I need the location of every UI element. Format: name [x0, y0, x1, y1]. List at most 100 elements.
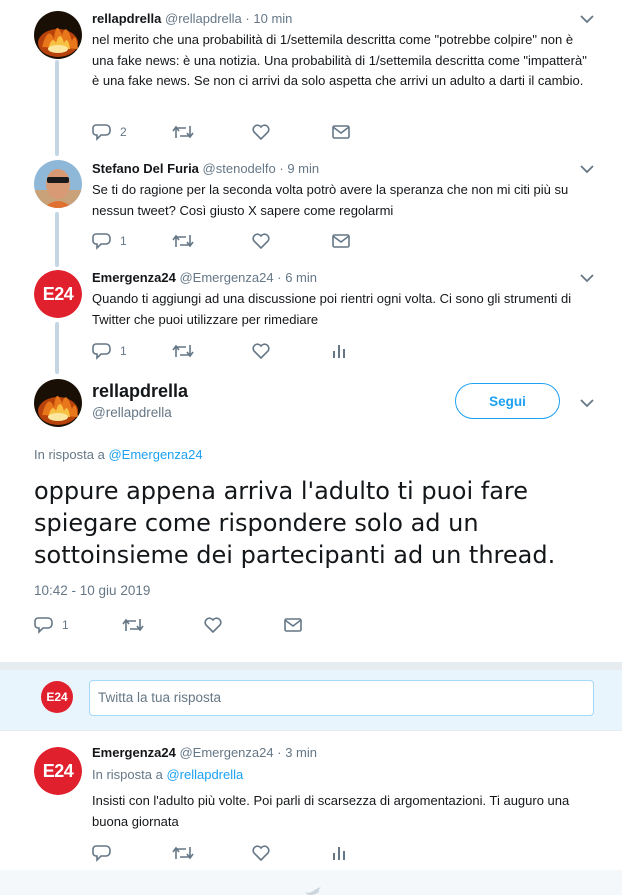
- retweet-button[interactable]: [172, 341, 252, 361]
- reply-icon: [92, 845, 111, 862]
- like-button[interactable]: [252, 122, 332, 142]
- tweet[interactable]: E24 Emergenza24 @Emergenza24 · 6 min Qua…: [0, 269, 622, 369]
- chevron-down-icon[interactable]: [580, 273, 594, 283]
- section-divider: [0, 730, 622, 731]
- separator-dot: ·: [277, 270, 282, 285]
- person-avatar-image: [34, 160, 82, 208]
- tweet-header: rellapdrella @rellapdrella · 10 min: [92, 10, 292, 28]
- main-user-name[interactable]: rellapdrella: [92, 381, 188, 402]
- message-button[interactable]: [332, 231, 412, 251]
- analytics-button[interactable]: [332, 341, 412, 361]
- main-user-handle[interactable]: @rellapdrella: [92, 405, 172, 420]
- follow-button[interactable]: Segui: [455, 383, 560, 419]
- retweet-icon: [172, 125, 194, 139]
- retweet-button[interactable]: [172, 843, 252, 863]
- reply-count: 1: [120, 234, 127, 248]
- reply-context-user-link[interactable]: @Emergenza24: [108, 447, 202, 462]
- main-tweet-actions: 1: [34, 615, 364, 635]
- twitter-bird-icon: [305, 887, 321, 895]
- section-divider: [0, 662, 622, 670]
- main-tweet-timestamp[interactable]: 10:42 - 10 giu 2019: [34, 583, 150, 598]
- retweet-icon: [172, 846, 194, 860]
- user-name[interactable]: Stefano Del Furia: [92, 161, 199, 176]
- user-name[interactable]: Emergenza24: [92, 745, 176, 760]
- separator-dot: ·: [277, 745, 282, 760]
- reply-button[interactable]: 2: [92, 122, 172, 142]
- reply-icon: [92, 233, 111, 250]
- reply-icon: [92, 124, 111, 141]
- e24-logo: E24: [34, 270, 82, 318]
- user-name[interactable]: Emergenza24: [92, 270, 176, 285]
- tweet-text: Quando ti aggiungi ad una discussione po…: [92, 291, 572, 327]
- user-handle[interactable]: @stenodelfo: [203, 161, 276, 176]
- reply-context-user-link[interactable]: @rellapdrella: [166, 767, 243, 782]
- message-button[interactable]: [332, 122, 412, 142]
- separator-dot: ·: [245, 11, 250, 26]
- reply-count: 1: [120, 344, 127, 358]
- avatar[interactable]: E24: [34, 270, 82, 318]
- reply-context: In risposta a @Emergenza24: [34, 447, 203, 462]
- chevron-down-icon[interactable]: [580, 398, 594, 408]
- reply-count: 1: [62, 618, 69, 632]
- like-button[interactable]: [204, 615, 284, 635]
- main-tweet-text: oppure appena arriva l'adulto ti puoi fa…: [34, 477, 556, 569]
- avatar[interactable]: [34, 11, 82, 59]
- like-icon: [204, 617, 222, 633]
- tweet-header: Emergenza24 @Emergenza24 · 3 min: [92, 744, 317, 762]
- analytics-button[interactable]: [332, 843, 412, 863]
- like-button[interactable]: [252, 341, 332, 361]
- retweet-icon: [172, 344, 194, 358]
- avatar[interactable]: [34, 379, 82, 427]
- tweet[interactable]: E24 Emergenza24 @Emergenza24 · 3 min In …: [0, 744, 622, 864]
- like-icon: [252, 233, 270, 249]
- tweet-header: Emergenza24 @Emergenza24 · 6 min: [92, 269, 317, 287]
- like-button[interactable]: [252, 843, 332, 863]
- user-handle[interactable]: @rellapdrella: [165, 11, 242, 26]
- reply-button[interactable]: 1: [92, 341, 172, 361]
- like-icon: [252, 124, 270, 140]
- like-button[interactable]: [252, 231, 332, 251]
- tweet-text: Se ti do ragione per la seconda volta po…: [92, 182, 569, 218]
- tweet-actions: 2: [92, 122, 412, 142]
- reply-button[interactable]: [92, 843, 172, 863]
- tweet-actions: 1: [92, 341, 412, 361]
- composer-avatar: E24: [41, 681, 73, 713]
- retweet-button[interactable]: [172, 231, 252, 251]
- tweet-actions: [92, 843, 412, 863]
- tweet-header: Stefano Del Furia @stenodelfo · 9 min: [92, 160, 319, 178]
- fire-avatar-image: [34, 11, 82, 59]
- reply-icon: [92, 343, 111, 360]
- chevron-down-icon[interactable]: [580, 164, 594, 174]
- reply-icon: [34, 617, 53, 634]
- tweet[interactable]: rellapdrella @rellapdrella · 10 min nel …: [0, 10, 622, 145]
- message-icon: [284, 618, 302, 632]
- avatar[interactable]: E24: [34, 747, 82, 795]
- reply-input[interactable]: Twitta la tua risposta: [89, 680, 594, 716]
- tweet-time[interactable]: 9 min: [287, 161, 319, 176]
- tweet-time[interactable]: 6 min: [285, 270, 317, 285]
- tweet-time[interactable]: 10 min: [253, 11, 292, 26]
- reply-button[interactable]: 1: [92, 231, 172, 251]
- analytics-icon: [333, 847, 345, 860]
- reply-button[interactable]: 1: [34, 615, 122, 635]
- message-button[interactable]: [284, 615, 364, 635]
- user-name[interactable]: rellapdrella: [92, 11, 161, 26]
- user-handle[interactable]: @Emergenza24: [179, 270, 273, 285]
- avatar[interactable]: [34, 160, 82, 208]
- message-icon: [332, 234, 350, 248]
- fire-avatar-image: [34, 379, 82, 427]
- separator-dot: ·: [279, 161, 284, 176]
- like-icon: [252, 845, 270, 861]
- retweet-button[interactable]: [172, 122, 252, 142]
- tweet[interactable]: Stefano Del Furia @stenodelfo · 9 min Se…: [0, 160, 622, 260]
- tweet-text: Insisti con l'adulto più volte. Poi parl…: [92, 793, 570, 829]
- like-icon: [252, 343, 270, 359]
- analytics-icon: [333, 345, 345, 358]
- retweet-icon: [172, 234, 194, 248]
- retweet-button[interactable]: [122, 615, 204, 635]
- chevron-down-icon[interactable]: [580, 14, 594, 24]
- user-handle[interactable]: @Emergenza24: [179, 745, 273, 760]
- e24-logo: E24: [34, 747, 82, 795]
- tweet-time[interactable]: 3 min: [285, 745, 317, 760]
- message-icon: [332, 125, 350, 139]
